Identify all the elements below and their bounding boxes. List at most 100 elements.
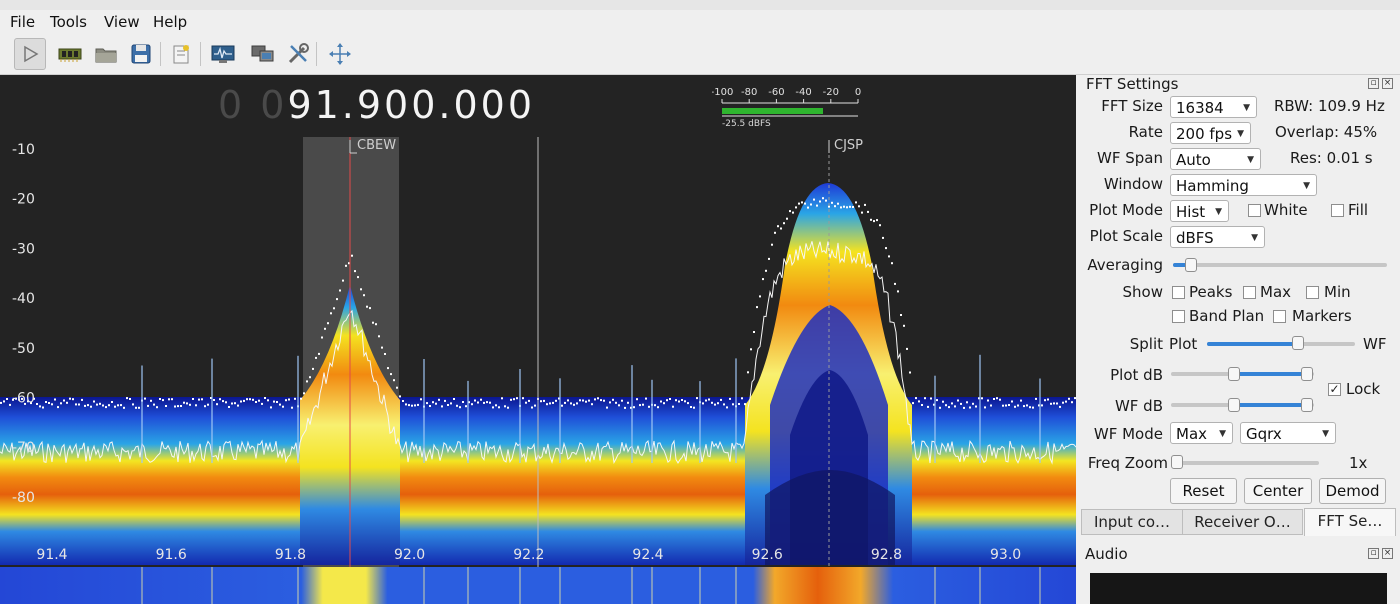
band-plan-label: Band Plan <box>1189 307 1265 325</box>
chevron-down-icon: ▼ <box>1251 233 1258 243</box>
min-checkbox[interactable] <box>1306 286 1319 299</box>
menu-view[interactable]: View <box>104 13 140 31</box>
min-label: Min <box>1324 283 1351 301</box>
y-axis-tick: -70 <box>12 440 35 456</box>
chevron-down-icon: ▼ <box>1322 429 1329 439</box>
max-label: Max <box>1260 283 1292 301</box>
split-slider-handle[interactable] <box>1292 336 1304 350</box>
wf-mode-select[interactable]: Max ▼ <box>1170 422 1233 444</box>
lock-label: Lock <box>1346 380 1381 398</box>
freq-zoom-slider-handle[interactable] <box>1171 455 1183 469</box>
y-axis-tick: -40 <box>12 291 35 307</box>
wf-db-low-handle[interactable] <box>1228 398 1240 412</box>
demod-button[interactable]: Demod <box>1319 478 1386 504</box>
wf-span-select[interactable]: Auto ▼ <box>1170 148 1261 170</box>
chevron-down-icon: ▼ <box>1237 129 1244 139</box>
configure-button[interactable] <box>283 39 313 69</box>
markers-label: Markers <box>1292 307 1352 325</box>
y-axis-tick: -10 <box>12 142 35 158</box>
plot-db-low-handle[interactable] <box>1228 367 1240 381</box>
x-axis-tick: 92.0 <box>394 547 425 563</box>
plot-db-label: Plot dB <box>1110 366 1163 384</box>
x-axis-tick: 91.4 <box>36 547 67 563</box>
x-axis-tick: 91.8 <box>275 547 306 563</box>
fft-size-label: FFT Size <box>1101 97 1163 115</box>
rbw-value: RBW: 109.9 Hz <box>1274 97 1385 115</box>
save-icon <box>131 44 151 64</box>
x-axis-tick: 92.6 <box>752 547 783 563</box>
rate-select[interactable]: 200 fps ▼ <box>1170 122 1251 144</box>
start-icon <box>24 45 39 63</box>
freq-zoom-value: 1x <box>1349 454 1368 472</box>
freq-zoom-slider[interactable] <box>1173 461 1319 465</box>
chevron-down-icon: ▼ <box>1243 103 1250 113</box>
open-button[interactable] <box>91 39 121 69</box>
audio-panel-title: Audio <box>1085 545 1128 563</box>
averaging-slider[interactable] <box>1173 263 1387 267</box>
y-axis-tick: -80 <box>12 490 35 506</box>
y-axis-tick: -20 <box>12 192 35 208</box>
chevron-down-icon: ▼ <box>1215 207 1222 217</box>
x-axis-tick: 92.8 <box>871 547 902 563</box>
fullscreen-icon <box>329 43 351 65</box>
tab-input-controls[interactable]: Input co… <box>1081 509 1183 535</box>
save-button[interactable] <box>126 39 156 69</box>
freq-zoom-label: Freq Zoom <box>1087 454 1168 472</box>
averaging-label: Averaging <box>1087 256 1163 274</box>
y-axis-tick: -60 <box>12 391 35 407</box>
remote-control-button[interactable] <box>248 39 278 69</box>
averaging-slider-handle[interactable] <box>1185 258 1197 272</box>
hardware-button[interactable] <box>55 39 85 69</box>
fullscreen-button[interactable] <box>325 39 355 69</box>
menu-file[interactable]: File <box>10 13 35 31</box>
audio-fft-display <box>1090 573 1387 604</box>
waterfall[interactable] <box>0 567 1076 604</box>
panel-title: FFT Settings <box>1086 75 1179 93</box>
fft-settings-panel: FFT Settings ▫ × FFT Size 16384 ▼ RBW: 10… <box>1077 75 1400 604</box>
float-icon[interactable]: ▫ <box>1368 78 1379 89</box>
station-label-cjsp[interactable]: CJSP <box>834 138 863 153</box>
spectrum-canvas: CBEW CJSP -10 -20 -30 -40 -50 -60 -70 -80 91.4 9… <box>0 137 1076 604</box>
tab-fft-settings[interactable]: FFT Se… <box>1304 508 1396 536</box>
bookmark-button[interactable] <box>166 39 196 69</box>
overlap-value: Overlap: 45% <box>1275 123 1378 141</box>
chevron-down-icon: ▼ <box>1303 181 1310 191</box>
close-icon[interactable]: × <box>1382 78 1393 89</box>
rate-label: Rate <box>1128 123 1163 141</box>
spectrum-plot[interactable]: 0 091.900.000 -100 -80 -60 -40 -20 0 -25.5 dB… <box>0 75 1076 604</box>
menu-tools[interactable]: Tools <box>50 13 87 31</box>
center-button[interactable]: Center <box>1244 478 1312 504</box>
float-icon[interactable]: ▫ <box>1368 548 1379 559</box>
start-button[interactable] <box>14 38 46 70</box>
x-axis-tick: 92.4 <box>632 547 663 563</box>
peaks-checkbox[interactable] <box>1172 286 1185 299</box>
band-plan-checkbox[interactable] <box>1172 310 1185 323</box>
iq-tool-button[interactable] <box>208 39 238 69</box>
menu-help[interactable]: Help <box>153 13 187 31</box>
station-label-cbew[interactable]: CBEW <box>357 138 396 153</box>
x-axis-tick: 92.2 <box>513 547 544 563</box>
open-icon <box>95 48 117 63</box>
max-checkbox[interactable] <box>1243 286 1256 299</box>
close-icon[interactable]: × <box>1382 548 1393 559</box>
res-value: Res: 0.01 s <box>1290 149 1373 167</box>
hardware-icon <box>58 48 82 62</box>
reset-button[interactable]: Reset <box>1170 478 1237 504</box>
wf-db-high-handle[interactable] <box>1301 398 1313 412</box>
white-checkbox[interactable] <box>1248 204 1261 217</box>
tab-receiver-options[interactable]: Receiver O… <box>1182 509 1303 535</box>
fft-size-select[interactable]: 16384 ▼ <box>1170 96 1257 118</box>
lock-checkbox[interactable]: ✓ <box>1328 383 1341 396</box>
fill-label: Fill <box>1348 201 1369 219</box>
plot-db-high-handle[interactable] <box>1301 367 1313 381</box>
chevron-down-icon: ▼ <box>1247 155 1254 165</box>
plot-scale-select[interactable]: dBFS ▼ <box>1170 226 1265 248</box>
chevron-down-icon: ▼ <box>1219 429 1226 439</box>
window-select[interactable]: Hamming ▼ <box>1170 174 1317 196</box>
fill-checkbox[interactable] <box>1331 204 1344 217</box>
markers-checkbox[interactable] <box>1273 310 1286 323</box>
wf-palette-select[interactable]: Gqrx ▼ <box>1240 422 1336 444</box>
plot-mode-select[interactable]: Hist ▼ <box>1170 200 1229 222</box>
menu-bar: File Tools View Help <box>0 10 1400 34</box>
plot-scale-label: Plot Scale <box>1089 227 1163 245</box>
